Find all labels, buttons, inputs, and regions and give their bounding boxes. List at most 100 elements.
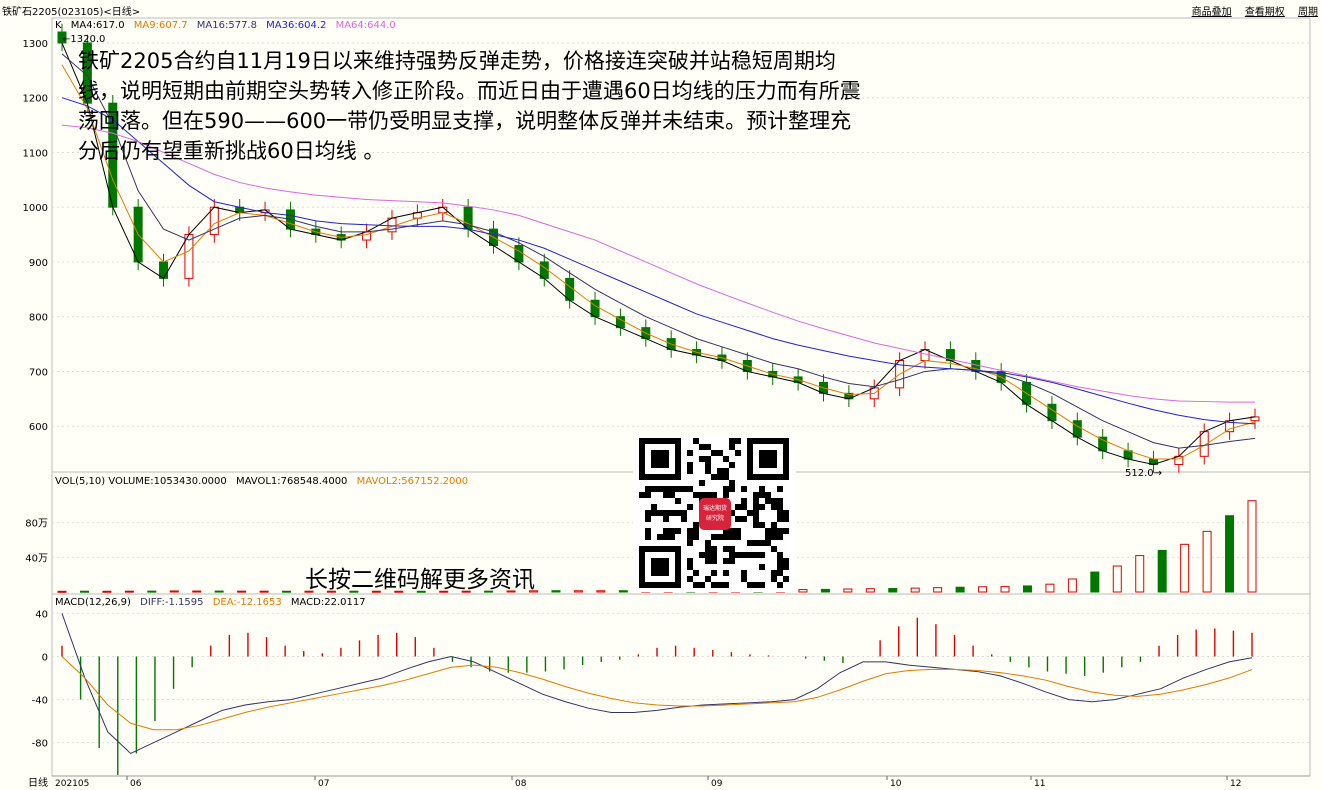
qr-module <box>777 516 783 522</box>
qr-module <box>729 534 735 540</box>
qr-module <box>663 534 669 540</box>
qr-module <box>687 540 693 546</box>
qr-module <box>723 570 729 576</box>
qr-module <box>717 582 723 588</box>
qr-module <box>753 504 759 510</box>
volume-bar-37 <box>888 588 898 593</box>
qr-logo-line2: 研究院 <box>705 515 724 522</box>
qr-module <box>723 468 729 474</box>
qr-module <box>765 540 771 546</box>
qr-logo-line1: 瑞达期货 <box>702 505 727 512</box>
qr-module <box>777 504 783 510</box>
volume-bar-24 <box>596 590 606 593</box>
qr-finder-core-1 <box>759 450 777 468</box>
qr-module <box>729 546 735 552</box>
qr-module <box>675 510 681 516</box>
qr-module <box>657 486 663 492</box>
qr-module <box>723 456 729 462</box>
volume-bar-2 <box>102 590 112 593</box>
qr-module <box>717 450 723 456</box>
volume-bar-47 <box>1112 565 1122 593</box>
qr-module <box>705 576 711 582</box>
qr-module <box>759 582 765 588</box>
candle-body-18 <box>514 245 524 263</box>
volume-bar-25 <box>618 590 628 593</box>
volume-bar-5 <box>169 590 179 593</box>
qr-module <box>771 534 777 540</box>
qr-module <box>783 564 789 570</box>
qr-module <box>639 492 645 498</box>
qr-module <box>735 516 741 522</box>
chart-window: 铁矿石2205(023105)<日线> 商品叠加 查看期权 周期 ←1320.0… <box>0 0 1322 790</box>
volume-bar-44 <box>1045 583 1055 593</box>
qr-module <box>681 510 687 516</box>
qr-module <box>765 492 771 498</box>
qr-module <box>669 510 675 516</box>
legend-volume: VOL(5,10) VOLUME:1053430.0000 <box>55 476 227 487</box>
qr-module <box>705 462 711 468</box>
price-legend: K MA4:617.0 MA9:607.7 MA16:577.8 MA36:60… <box>55 20 402 31</box>
qr-module <box>747 540 753 546</box>
volume-bar-52 <box>1225 515 1235 593</box>
qr-module <box>777 510 783 516</box>
qr-module <box>645 516 651 522</box>
volume-bar-23 <box>573 590 583 593</box>
qr-module <box>645 492 651 498</box>
qr-module <box>771 570 777 576</box>
qr-module <box>765 498 771 504</box>
qr-module <box>753 498 759 504</box>
qr-module <box>693 582 699 588</box>
qr-module <box>771 498 777 504</box>
legend-ma36: MA36:604.2 <box>266 20 327 31</box>
qr-module <box>735 534 741 540</box>
qr-module <box>771 522 777 528</box>
qr-module <box>699 480 705 486</box>
qr-module <box>729 480 735 486</box>
qr-code: 瑞达期货 研究院 <box>633 434 796 592</box>
qr-module <box>687 558 693 564</box>
qr-module <box>741 570 747 576</box>
qr-module <box>777 498 783 504</box>
legend-mavol2: MAVOL2:567152.2000 <box>356 476 469 487</box>
qr-module <box>645 534 651 540</box>
qr-module <box>783 558 789 564</box>
qr-module <box>729 552 735 558</box>
qr-module <box>681 516 687 522</box>
qr-module <box>741 504 747 510</box>
macd-y-tick-0: 40 <box>35 609 48 620</box>
qr-module <box>747 510 753 516</box>
volume-bar-6 <box>192 590 202 593</box>
legend-macd-params: MACD(12,26,9) <box>55 597 131 608</box>
volume-bar-22 <box>551 590 561 593</box>
qr-module <box>759 522 765 528</box>
qr-module <box>705 444 711 450</box>
qr-module <box>693 492 699 498</box>
qr-module <box>783 528 789 534</box>
macd-y-tick-3: -80 <box>32 739 48 750</box>
qr-module <box>687 564 693 570</box>
qr-module <box>663 516 669 522</box>
qr-module <box>669 492 675 498</box>
qr-module <box>711 474 717 480</box>
price-y-tick-3: 1000 <box>23 203 48 214</box>
qr-module <box>699 456 705 462</box>
qr-module <box>735 438 741 444</box>
qr-module <box>711 450 717 456</box>
x-axis-label-1: 06 <box>130 779 142 789</box>
qr-module <box>717 468 723 474</box>
qr-module <box>687 450 693 456</box>
qr-module <box>669 528 675 534</box>
qr-module <box>729 444 735 450</box>
qr-module <box>723 582 729 588</box>
qr-module <box>729 558 735 564</box>
qr-module <box>777 582 783 588</box>
qr-module <box>693 438 699 444</box>
qr-module <box>759 504 765 510</box>
legend-k: K <box>55 20 62 31</box>
qr-module <box>735 528 741 534</box>
qr-module <box>693 528 699 534</box>
qr-finder-core-2 <box>651 558 669 576</box>
volume-bar-33 <box>798 589 808 593</box>
ma-line-ma64 <box>61 124 1255 403</box>
qr-module <box>771 504 777 510</box>
